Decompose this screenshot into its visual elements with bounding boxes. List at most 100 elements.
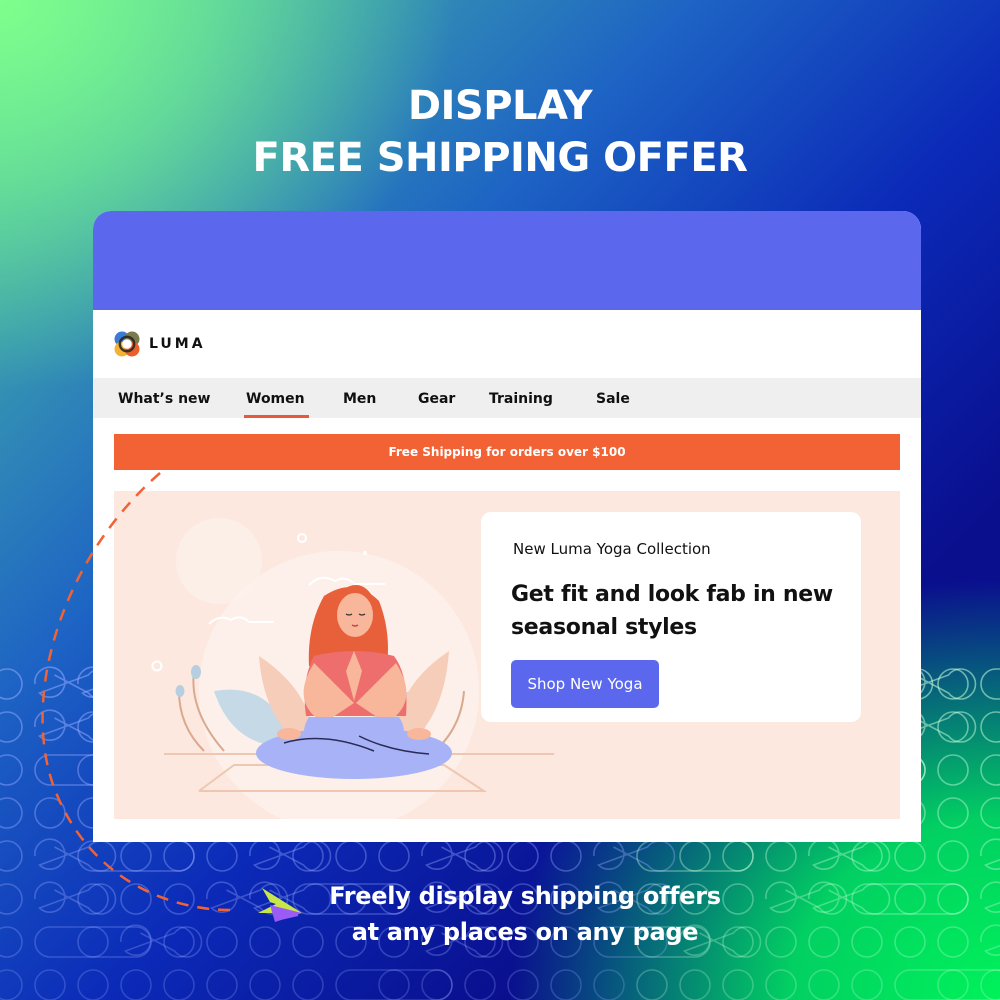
pattern-shape (163, 969, 195, 1000)
pattern-shape (980, 969, 1000, 1000)
pattern-shape (765, 969, 797, 1000)
caption-line-1: Freely display shipping offers (329, 882, 721, 910)
free-shipping-text: Free Shipping for orders over $100 (388, 445, 626, 459)
pattern-shape (34, 926, 109, 958)
pattern-shape (292, 969, 324, 1000)
hero-banner: New Luma Yoga Collection Get fit and loo… (114, 491, 900, 819)
pattern-shape (507, 969, 539, 1000)
pattern-shape (0, 711, 23, 743)
main-nav: What’s new Women Men Gear Training Sale (93, 378, 921, 418)
pattern-shape (937, 797, 969, 829)
pattern-shape (292, 840, 324, 872)
site-header: LUMA (93, 310, 921, 378)
pattern-shape (421, 969, 453, 1000)
nav-item-gear[interactable]: Gear (418, 378, 455, 418)
pattern-shape (550, 969, 582, 1000)
pattern-shape (851, 840, 883, 872)
pattern-shape (163, 883, 195, 915)
pattern-shape (34, 797, 66, 829)
pattern-shape (894, 883, 969, 915)
pattern-shape (593, 969, 625, 1000)
pattern-shape (206, 840, 238, 872)
pattern-shape (77, 969, 109, 1000)
pattern-shape (0, 883, 23, 915)
caption-line-2: at any places on any page (351, 918, 699, 946)
pattern-shape (937, 711, 969, 743)
pattern-shape (77, 926, 152, 958)
pattern-shape (0, 754, 23, 786)
headline: DISPLAY FREE SHIPPING OFFER (0, 80, 1000, 184)
headline-line-1: DISPLAY (407, 83, 593, 129)
free-shipping-bar: Free Shipping for orders over $100 (114, 434, 900, 470)
pattern-shape (378, 840, 410, 872)
pattern-shape (77, 883, 109, 915)
pattern-shape (163, 840, 195, 872)
nav-item-men[interactable]: Men (343, 378, 376, 418)
pattern-shape (464, 969, 496, 1000)
pattern-shape (937, 926, 969, 958)
pattern-shape (808, 926, 840, 958)
pattern-shape (335, 840, 367, 872)
pattern-shape (0, 926, 23, 958)
pattern-shape (808, 969, 840, 1000)
pattern-shape (679, 840, 754, 872)
nav-item-sale[interactable]: Sale (596, 378, 630, 418)
pattern-shape (249, 969, 281, 1000)
logo-text: LUMA (149, 336, 206, 352)
shop-new-yoga-button[interactable]: Shop New Yoga (511, 660, 659, 708)
browser-mockup: LUMA What’s new Women Men Gear Training … (93, 211, 921, 842)
pattern-shape (636, 969, 668, 1000)
pattern-shape (894, 926, 926, 958)
pattern-shape (34, 969, 66, 1000)
pattern-shape (0, 969, 23, 1000)
pattern-shape (980, 924, 1000, 956)
pattern-shape (163, 926, 195, 958)
hero-card: New Luma Yoga Collection Get fit and loo… (481, 512, 861, 722)
pattern-shape (206, 969, 238, 1000)
pattern-shape (980, 754, 1000, 786)
headline-line-2: FREE SHIPPING OFFER (252, 135, 748, 181)
luma-logo[interactable]: LUMA (113, 330, 206, 358)
pattern-shape (0, 797, 23, 829)
pattern-shape (937, 754, 969, 786)
hero-eyebrow: New Luma Yoga Collection (513, 540, 711, 558)
nav-item-women[interactable]: Women (244, 378, 309, 418)
pattern-shape (0, 840, 23, 872)
pattern-shape (249, 926, 281, 958)
pattern-shape (980, 881, 1000, 913)
pattern-shape (937, 840, 969, 872)
pattern-shape (593, 838, 676, 872)
pattern-shape (937, 883, 969, 915)
pattern-shape (980, 668, 1000, 700)
pattern-shape (120, 883, 152, 915)
pattern-shape (894, 969, 969, 1000)
pattern-shape (206, 926, 238, 958)
pattern-shape (765, 926, 797, 958)
pattern-shape (120, 840, 195, 872)
pattern-shape (722, 840, 754, 872)
nav-item-whats-new[interactable]: What’s new (118, 378, 210, 418)
pattern-shape (851, 926, 883, 958)
pattern-shape (550, 840, 582, 872)
luma-logo-icon (114, 331, 140, 357)
pattern-shape (120, 969, 152, 1000)
pattern-shape (378, 969, 453, 1000)
pattern-shape (679, 969, 711, 1000)
pattern-shape (894, 840, 926, 872)
pattern-shape (937, 668, 969, 700)
browser-title-bar (93, 211, 921, 310)
pattern-shape (980, 797, 1000, 829)
pattern-shape (0, 668, 23, 700)
caption: Freely display shipping offers at any pl… (300, 878, 750, 950)
pattern-shape (34, 838, 117, 872)
pattern-shape (507, 840, 539, 872)
pattern-shape (980, 838, 1000, 870)
pattern-shape (335, 969, 410, 1000)
pattern-shape (980, 711, 1000, 743)
pattern-shape (937, 969, 1000, 1000)
pattern-shape (765, 840, 797, 872)
hero-title: Get fit and look fab in new seasonal sty… (511, 582, 833, 640)
pattern-shape (464, 840, 496, 872)
nav-item-training[interactable]: Training (489, 378, 553, 418)
pattern-shape (722, 969, 754, 1000)
